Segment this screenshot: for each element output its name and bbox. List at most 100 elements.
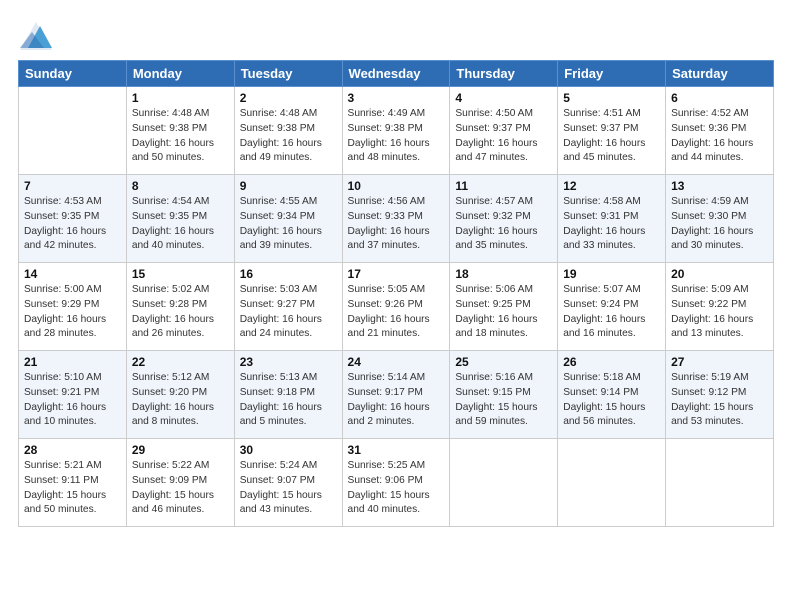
day-number: 24 [348, 355, 445, 369]
day-number: 20 [671, 267, 768, 281]
day-info: Sunrise: 4:55 AM Sunset: 9:34 PM Dayligh… [240, 195, 337, 254]
day-header-monday: Monday [126, 61, 234, 87]
day-number: 17 [348, 267, 445, 281]
day-cell-18: 18 Sunrise: 5:06 AM Sunset: 9:25 PM Dayli… [450, 263, 558, 351]
day-cell-31: 31 Sunrise: 5:25 AM Sunset: 9:06 PM Dayli… [342, 439, 450, 527]
day-number: 23 [240, 355, 337, 369]
day-number: 15 [132, 267, 229, 281]
day-cell-22: 22 Sunrise: 5:12 AM Sunset: 9:20 PM Dayli… [126, 351, 234, 439]
day-cell-15: 15 Sunrise: 5:02 AM Sunset: 9:28 PM Dayli… [126, 263, 234, 351]
day-header-sunday: Sunday [19, 61, 127, 87]
day-header-thursday: Thursday [450, 61, 558, 87]
day-info: Sunrise: 4:48 AM Sunset: 9:38 PM Dayligh… [240, 107, 337, 166]
day-number: 18 [455, 267, 552, 281]
day-cell-4: 4 Sunrise: 4:50 AM Sunset: 9:37 PM Daylig… [450, 87, 558, 175]
day-number: 27 [671, 355, 768, 369]
day-header-tuesday: Tuesday [234, 61, 342, 87]
day-cell-19: 19 Sunrise: 5:07 AM Sunset: 9:24 PM Dayli… [558, 263, 666, 351]
day-number: 16 [240, 267, 337, 281]
day-info: Sunrise: 5:16 AM Sunset: 9:15 PM Dayligh… [455, 371, 552, 430]
day-number: 9 [240, 179, 337, 193]
day-info: Sunrise: 5:10 AM Sunset: 9:21 PM Dayligh… [24, 371, 121, 430]
day-info: Sunrise: 5:05 AM Sunset: 9:26 PM Dayligh… [348, 283, 445, 342]
day-cell-30: 30Sunrise: 5:24 AM Sunset: 9:07 PM Dayli… [234, 439, 342, 527]
day-number: 21 [24, 355, 121, 369]
day-number: 31 [348, 443, 445, 457]
day-number: 6 [671, 91, 768, 105]
day-info: Sunrise: 4:51 AM Sunset: 9:37 PM Dayligh… [563, 107, 660, 166]
day-header-friday: Friday [558, 61, 666, 87]
day-info: Sunrise: 4:50 AM Sunset: 9:37 PM Dayligh… [455, 107, 552, 166]
day-info: Sunrise: 4:48 AM Sunset: 9:38 PM Dayligh… [132, 107, 229, 166]
day-cell-3: 3 Sunrise: 4:49 AM Sunset: 9:38 PM Daylig… [342, 87, 450, 175]
day-number: 25 [455, 355, 552, 369]
day-info: Sunrise: 5:24 AM Sunset: 9:07 PM Dayligh… [240, 459, 337, 518]
day-cell-13: 13 Sunrise: 4:59 AM Sunset: 9:30 PM Dayli… [666, 175, 774, 263]
day-info: Sunrise: 4:54 AM Sunset: 9:35 PM Dayligh… [132, 195, 229, 254]
day-info: Sunrise: 5:07 AM Sunset: 9:24 PM Dayligh… [563, 283, 660, 342]
day-number: 2 [240, 91, 337, 105]
week-row-2: 7 Sunrise: 4:53 AM Sunset: 9:35 PM Daylig… [19, 175, 774, 263]
day-cell-12: 12 Sunrise: 4:58 AM Sunset: 9:31 PM Dayli… [558, 175, 666, 263]
day-cell-1: 1 Sunrise: 4:48 AM Sunset: 9:38 PM Daylig… [126, 87, 234, 175]
day-info: Sunrise: 5:06 AM Sunset: 9:25 PM Dayligh… [455, 283, 552, 342]
day-info: Sunrise: 5:02 AM Sunset: 9:28 PM Dayligh… [132, 283, 229, 342]
day-info: Sunrise: 4:53 AM Sunset: 9:35 PM Dayligh… [24, 195, 121, 254]
day-info: Sunrise: 4:52 AM Sunset: 9:36 PM Dayligh… [671, 107, 768, 166]
day-info: Sunrise: 5:03 AM Sunset: 9:27 PM Dayligh… [240, 283, 337, 342]
day-number: 8 [132, 179, 229, 193]
day-cell-20: 20 Sunrise: 5:09 AM Sunset: 9:22 PM Dayli… [666, 263, 774, 351]
day-info: Sunrise: 4:49 AM Sunset: 9:38 PM Dayligh… [348, 107, 445, 166]
day-cell-8: 8 Sunrise: 4:54 AM Sunset: 9:35 PM Daylig… [126, 175, 234, 263]
day-cell-27: 27 Sunrise: 5:19 AM Sunset: 9:12 PM Dayli… [666, 351, 774, 439]
day-cell-14: 14Sunrise: 5:00 AM Sunset: 9:29 PM Dayli… [19, 263, 127, 351]
day-number: 29 [132, 443, 229, 457]
day-number: 13 [671, 179, 768, 193]
page: SundayMondayTuesdayWednesdayThursdayFrid… [0, 0, 792, 612]
day-cell-23: 23 Sunrise: 5:13 AM Sunset: 9:18 PM Dayli… [234, 351, 342, 439]
day-header-wednesday: Wednesday [342, 61, 450, 87]
day-info: Sunrise: 5:25 AM Sunset: 9:06 PM Dayligh… [348, 459, 445, 518]
day-number: 22 [132, 355, 229, 369]
week-row-5: 28 Sunrise: 5:21 AM Sunset: 9:11 PM Dayli… [19, 439, 774, 527]
day-number: 19 [563, 267, 660, 281]
empty-cell [666, 439, 774, 527]
day-cell-28: 28 Sunrise: 5:21 AM Sunset: 9:11 PM Dayli… [19, 439, 127, 527]
day-cell-9: 9 Sunrise: 4:55 AM Sunset: 9:34 PM Daylig… [234, 175, 342, 263]
week-row-3: 14Sunrise: 5:00 AM Sunset: 9:29 PM Dayli… [19, 263, 774, 351]
logo-icon [18, 18, 54, 54]
logo [18, 18, 58, 54]
day-info: Sunrise: 5:09 AM Sunset: 9:22 PM Dayligh… [671, 283, 768, 342]
day-info: Sunrise: 5:13 AM Sunset: 9:18 PM Dayligh… [240, 371, 337, 430]
day-number: 3 [348, 91, 445, 105]
week-row-1: 1 Sunrise: 4:48 AM Sunset: 9:38 PM Daylig… [19, 87, 774, 175]
day-number: 28 [24, 443, 121, 457]
day-info: Sunrise: 5:14 AM Sunset: 9:17 PM Dayligh… [348, 371, 445, 430]
day-info: Sunrise: 4:56 AM Sunset: 9:33 PM Dayligh… [348, 195, 445, 254]
calendar-table: SundayMondayTuesdayWednesdayThursdayFrid… [18, 60, 774, 527]
day-number: 12 [563, 179, 660, 193]
header [18, 18, 774, 54]
day-cell-25: 25 Sunrise: 5:16 AM Sunset: 9:15 PM Dayli… [450, 351, 558, 439]
day-info: Sunrise: 5:19 AM Sunset: 9:12 PM Dayligh… [671, 371, 768, 430]
day-number: 5 [563, 91, 660, 105]
day-info: Sunrise: 5:12 AM Sunset: 9:20 PM Dayligh… [132, 371, 229, 430]
day-number: 10 [348, 179, 445, 193]
day-info: Sunrise: 5:18 AM Sunset: 9:14 PM Dayligh… [563, 371, 660, 430]
day-header-saturday: Saturday [666, 61, 774, 87]
day-number: 4 [455, 91, 552, 105]
day-number: 1 [132, 91, 229, 105]
day-cell-10: 10 Sunrise: 4:56 AM Sunset: 9:33 PM Dayli… [342, 175, 450, 263]
day-info: Sunrise: 5:00 AM Sunset: 9:29 PM Dayligh… [24, 283, 121, 342]
day-info: Sunrise: 4:58 AM Sunset: 9:31 PM Dayligh… [563, 195, 660, 254]
day-info: Sunrise: 5:21 AM Sunset: 9:11 PM Dayligh… [24, 459, 121, 518]
day-cell-21: 21 Sunrise: 5:10 AM Sunset: 9:21 PM Dayli… [19, 351, 127, 439]
day-info: Sunrise: 4:57 AM Sunset: 9:32 PM Dayligh… [455, 195, 552, 254]
day-cell-6: 6 Sunrise: 4:52 AM Sunset: 9:36 PM Daylig… [666, 87, 774, 175]
day-number: 26 [563, 355, 660, 369]
day-cell-5: 5 Sunrise: 4:51 AM Sunset: 9:37 PM Daylig… [558, 87, 666, 175]
day-info: Sunrise: 4:59 AM Sunset: 9:30 PM Dayligh… [671, 195, 768, 254]
day-cell-7: 7 Sunrise: 4:53 AM Sunset: 9:35 PM Daylig… [19, 175, 127, 263]
day-cell-2: 2 Sunrise: 4:48 AM Sunset: 9:38 PM Daylig… [234, 87, 342, 175]
day-number: 7 [24, 179, 121, 193]
